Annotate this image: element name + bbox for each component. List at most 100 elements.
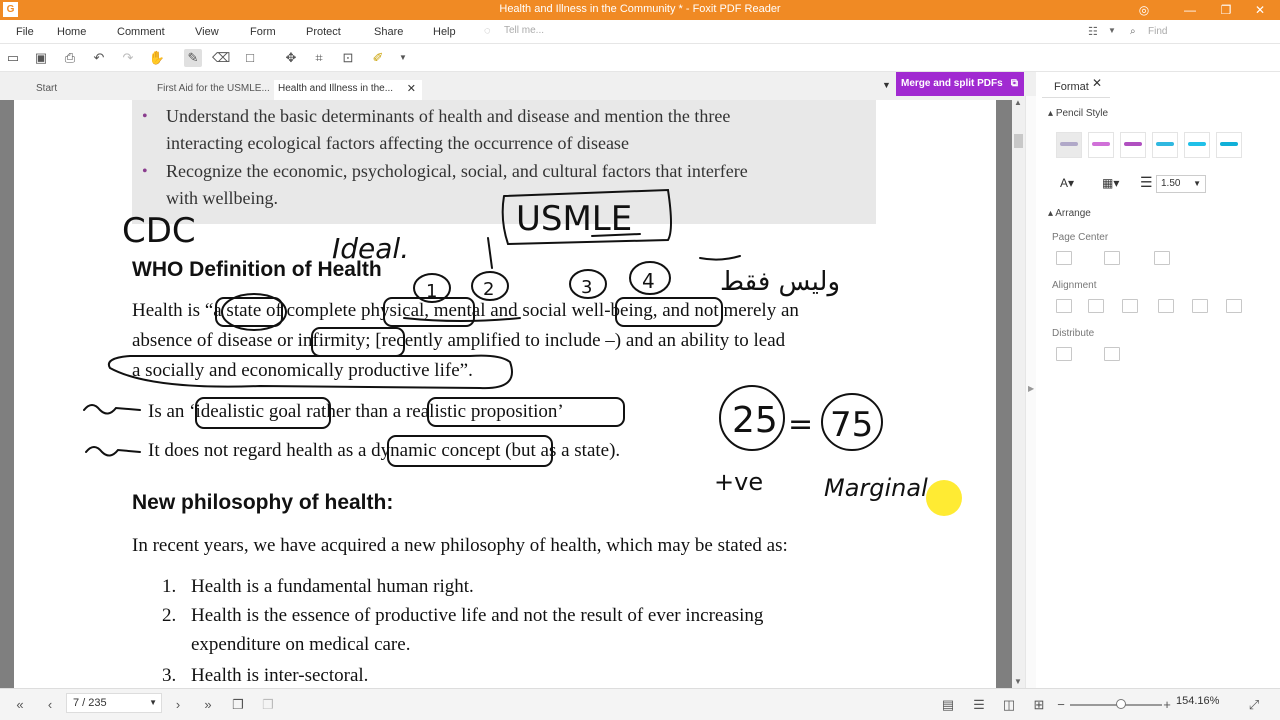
tab-start[interactable]: Start	[32, 80, 150, 100]
pencil-style-label: Pencil Style	[1055, 108, 1109, 119]
menu-view[interactable]: View	[195, 26, 219, 38]
line-width-icon: ☰	[1140, 174, 1153, 190]
last-page-icon[interactable]: »	[200, 697, 216, 713]
arrange-title: ▴ Arrange	[1048, 208, 1091, 219]
undo-icon[interactable]: ↶	[90, 49, 108, 67]
open-icon[interactable]: ▭	[4, 49, 22, 67]
continuous-view-icon[interactable]: ☰	[971, 697, 987, 713]
close-tab-icon[interactable]: ✕	[407, 80, 416, 98]
arrow-item: It does not regard health as a dynamic c…	[148, 440, 621, 461]
panel-splitter[interactable]: ▶	[1025, 96, 1036, 688]
pan-icon[interactable]: ✥	[282, 49, 300, 67]
distribute-vertical-icon[interactable]	[1056, 347, 1072, 361]
zoom-in-icon[interactable]: +	[1159, 697, 1175, 713]
center-both-icon[interactable]	[1154, 251, 1170, 265]
find-input[interactable]: ⌕ Find	[1124, 24, 1274, 40]
fill-color-icon[interactable]: ▦▾	[1102, 176, 1119, 190]
align-left-icon[interactable]	[1122, 299, 1138, 313]
collapse-panel-icon[interactable]: ▶	[1028, 384, 1034, 393]
pencil-style-swatch[interactable]	[1216, 132, 1242, 158]
objective-item: • Understand the basic determinants of h…	[142, 103, 730, 130]
zoom-out-icon[interactable]: −	[1053, 697, 1069, 713]
align-center-icon[interactable]	[1192, 299, 1208, 313]
align-top-icon[interactable]	[1056, 299, 1072, 313]
restore-button[interactable]: ❐	[1212, 1, 1240, 19]
merge-icon: ⧉	[1010, 78, 1018, 89]
paste-icon[interactable]: ❐	[260, 697, 276, 713]
menu-share[interactable]: Share	[374, 26, 403, 38]
format-panel: Format ✕ ▴ Pencil Style A▾ ▦▾ ☰ 1.50 ▼ ▴…	[1036, 72, 1280, 688]
tab-list-dropdown-icon[interactable]: ▼	[882, 80, 891, 90]
tab-health-illness[interactable]: Health and Illness in the... ✕	[274, 80, 422, 100]
list-text: Health is inter-sectoral.	[191, 665, 369, 686]
distribute-label: Distribute	[1052, 328, 1095, 339]
vertical-scrollbar[interactable]: ▲ ▼	[1012, 96, 1025, 688]
pencil-icon[interactable]: ✎	[184, 49, 202, 67]
scroll-down-icon[interactable]: ▼	[1014, 677, 1022, 686]
pencil-style-swatch[interactable]	[1120, 132, 1146, 158]
customize-chevron-icon[interactable]: ▼	[394, 49, 412, 67]
close-panel-icon[interactable]: ✕	[1092, 76, 1102, 90]
eraser-icon[interactable]: ⌫	[212, 49, 230, 67]
find-placeholder: Find	[1148, 26, 1168, 37]
copy-page-icon[interactable]: ❐	[230, 697, 246, 713]
facing-view-icon[interactable]: ◫	[1001, 697, 1017, 713]
menu-home[interactable]: Home	[57, 26, 86, 38]
single-page-view-icon[interactable]: ▤	[940, 697, 956, 713]
save-icon[interactable]: ▣	[32, 49, 50, 67]
page-number-input[interactable]: 7 / 235 ▼	[66, 693, 162, 713]
chevron-down-icon: ▼	[1193, 179, 1201, 188]
center-horizontal-icon[interactable]	[1056, 251, 1072, 265]
merge-split-button[interactable]: Merge and split PDFs ⧉	[896, 72, 1024, 96]
close-window-button[interactable]: ✕	[1246, 1, 1274, 19]
pencil-style-swatch[interactable]	[1056, 132, 1082, 158]
next-page-icon[interactable]: ›	[170, 697, 186, 713]
tab-first-aid[interactable]: First Aid for the USMLE...	[153, 80, 273, 100]
align-middle-icon[interactable]	[1088, 299, 1104, 313]
menu-comment[interactable]: Comment	[117, 26, 165, 38]
list-number: 1.	[162, 576, 177, 597]
align-right-icon[interactable]	[1158, 299, 1174, 313]
scroll-up-icon[interactable]: ▲	[1014, 98, 1022, 107]
account-icon[interactable]: ◎	[1130, 1, 1158, 19]
menu-protect[interactable]: Protect	[306, 26, 341, 38]
document-viewport[interactable]: • Understand the basic determinants of h…	[0, 100, 1012, 688]
merge-split-label: Merge and split PDFs	[901, 78, 1003, 89]
tell-me-input[interactable]: Tell me...	[504, 25, 544, 36]
document-tabs: Start First Aid for the USMLE... Health …	[0, 76, 1036, 100]
zoom-level[interactable]: 154.16%	[1176, 695, 1219, 707]
print-icon[interactable]: ⎙	[61, 49, 79, 67]
continuous-facing-icon[interactable]: ⊞	[1031, 697, 1047, 713]
crop-icon[interactable]: ⌗	[310, 49, 328, 67]
pencil-style-swatch[interactable]	[1088, 132, 1114, 158]
menu-help[interactable]: Help	[433, 26, 456, 38]
align-bottom-icon[interactable]	[1226, 299, 1242, 313]
layout-icon[interactable]: ☷	[1088, 25, 1098, 38]
line-width-select[interactable]: 1.50 ▼	[1156, 175, 1206, 193]
first-page-icon[interactable]: «	[12, 697, 28, 713]
previous-page-icon[interactable]: ‹	[42, 697, 58, 713]
fullscreen-icon[interactable]: ⤢	[1246, 697, 1262, 713]
foxit-window: G Health and Illness in the Community * …	[0, 0, 1280, 720]
list-number: 2.	[162, 605, 177, 626]
list-text: expenditure on medical care.	[191, 634, 411, 655]
center-vertical-icon[interactable]	[1104, 251, 1120, 265]
scroll-thumb[interactable]	[1014, 134, 1023, 148]
objective-line: with wellbeing.	[166, 188, 278, 208]
snapshot-icon[interactable]: ⊡	[339, 49, 357, 67]
pencil-style-swatch[interactable]	[1184, 132, 1210, 158]
text-color-icon[interactable]: A▾	[1060, 176, 1074, 190]
redo-icon[interactable]: ↷	[119, 49, 137, 67]
menu-file[interactable]: File	[16, 26, 34, 38]
distribute-horizontal-icon[interactable]	[1104, 347, 1120, 361]
hand-tool-icon[interactable]: ✋	[148, 49, 166, 67]
minimize-button[interactable]: —	[1176, 1, 1204, 19]
rectangle-icon[interactable]: □	[241, 49, 259, 67]
title-bar: G Health and Illness in the Community * …	[0, 0, 1280, 20]
zoom-slider-handle[interactable]	[1116, 699, 1126, 709]
pdf-page[interactable]: • Understand the basic determinants of h…	[14, 100, 996, 688]
chevron-down-icon[interactable]: ▼	[1108, 26, 1116, 35]
pencil-style-swatch[interactable]	[1152, 132, 1178, 158]
menu-form[interactable]: Form	[250, 26, 276, 38]
highlight-icon[interactable]: ✐	[369, 49, 387, 67]
